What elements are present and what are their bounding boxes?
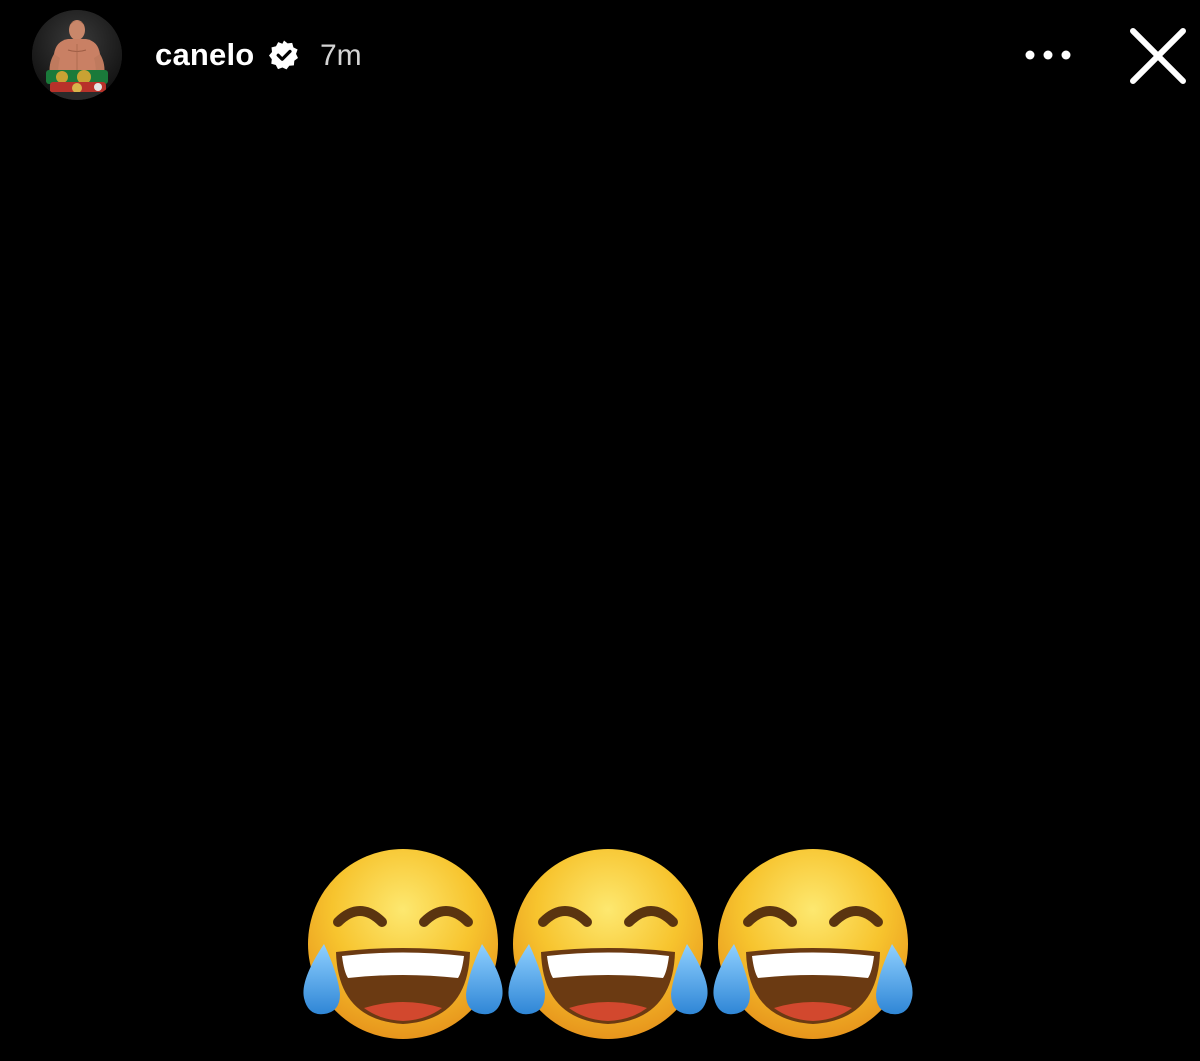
verified-badge-icon — [269, 40, 298, 70]
face-with-tears-of-joy-icon — [713, 849, 913, 1039]
more-horizontal-icon — [1025, 50, 1071, 60]
story-viewer[interactable]: canelo 7m — [0, 0, 1200, 1061]
close-icon — [1130, 28, 1186, 84]
avatar-photo — [32, 10, 122, 100]
more-options-button[interactable] — [1018, 36, 1078, 76]
close-button[interactable] — [1124, 22, 1192, 90]
emoji-sticker-row — [298, 848, 918, 1044]
story-header: canelo 7m — [0, 0, 1200, 112]
face-with-tears-of-joy-icon — [508, 849, 708, 1039]
face-with-tears-of-joy-icon — [303, 849, 503, 1039]
timestamp: 7m — [320, 39, 362, 72]
avatar[interactable] — [32, 10, 122, 100]
username[interactable]: canelo — [155, 36, 254, 74]
